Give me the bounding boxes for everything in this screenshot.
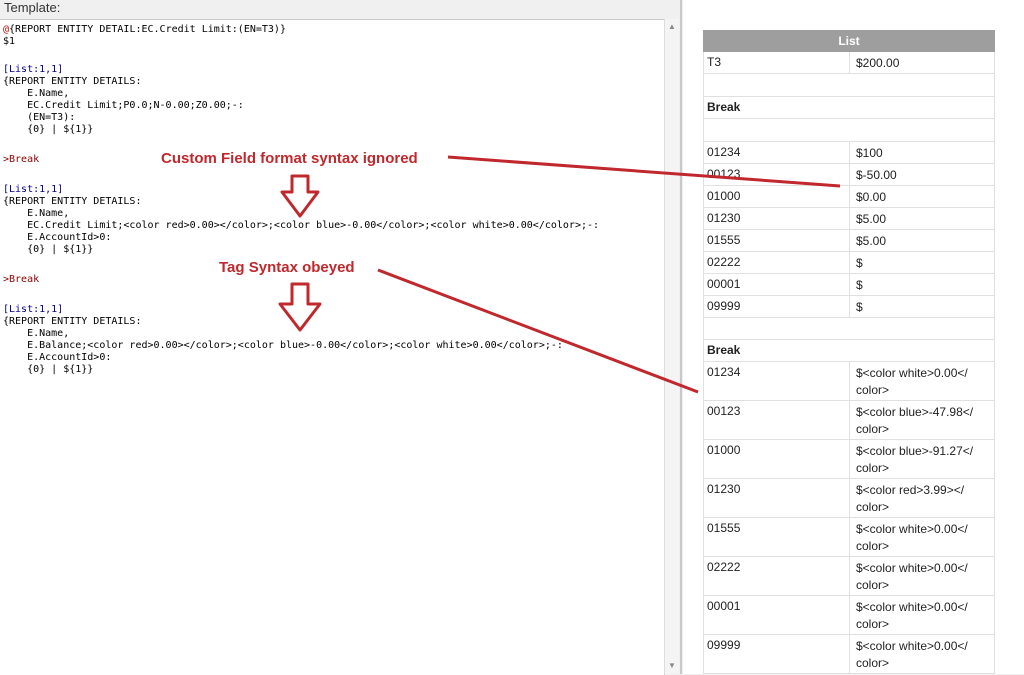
pointer-line bbox=[377, 268, 699, 394]
down-arrow-icon bbox=[278, 282, 322, 332]
annotation-overlay bbox=[278, 155, 841, 394]
down-arrow-icon bbox=[280, 174, 320, 218]
pointer-line bbox=[447, 155, 841, 188]
